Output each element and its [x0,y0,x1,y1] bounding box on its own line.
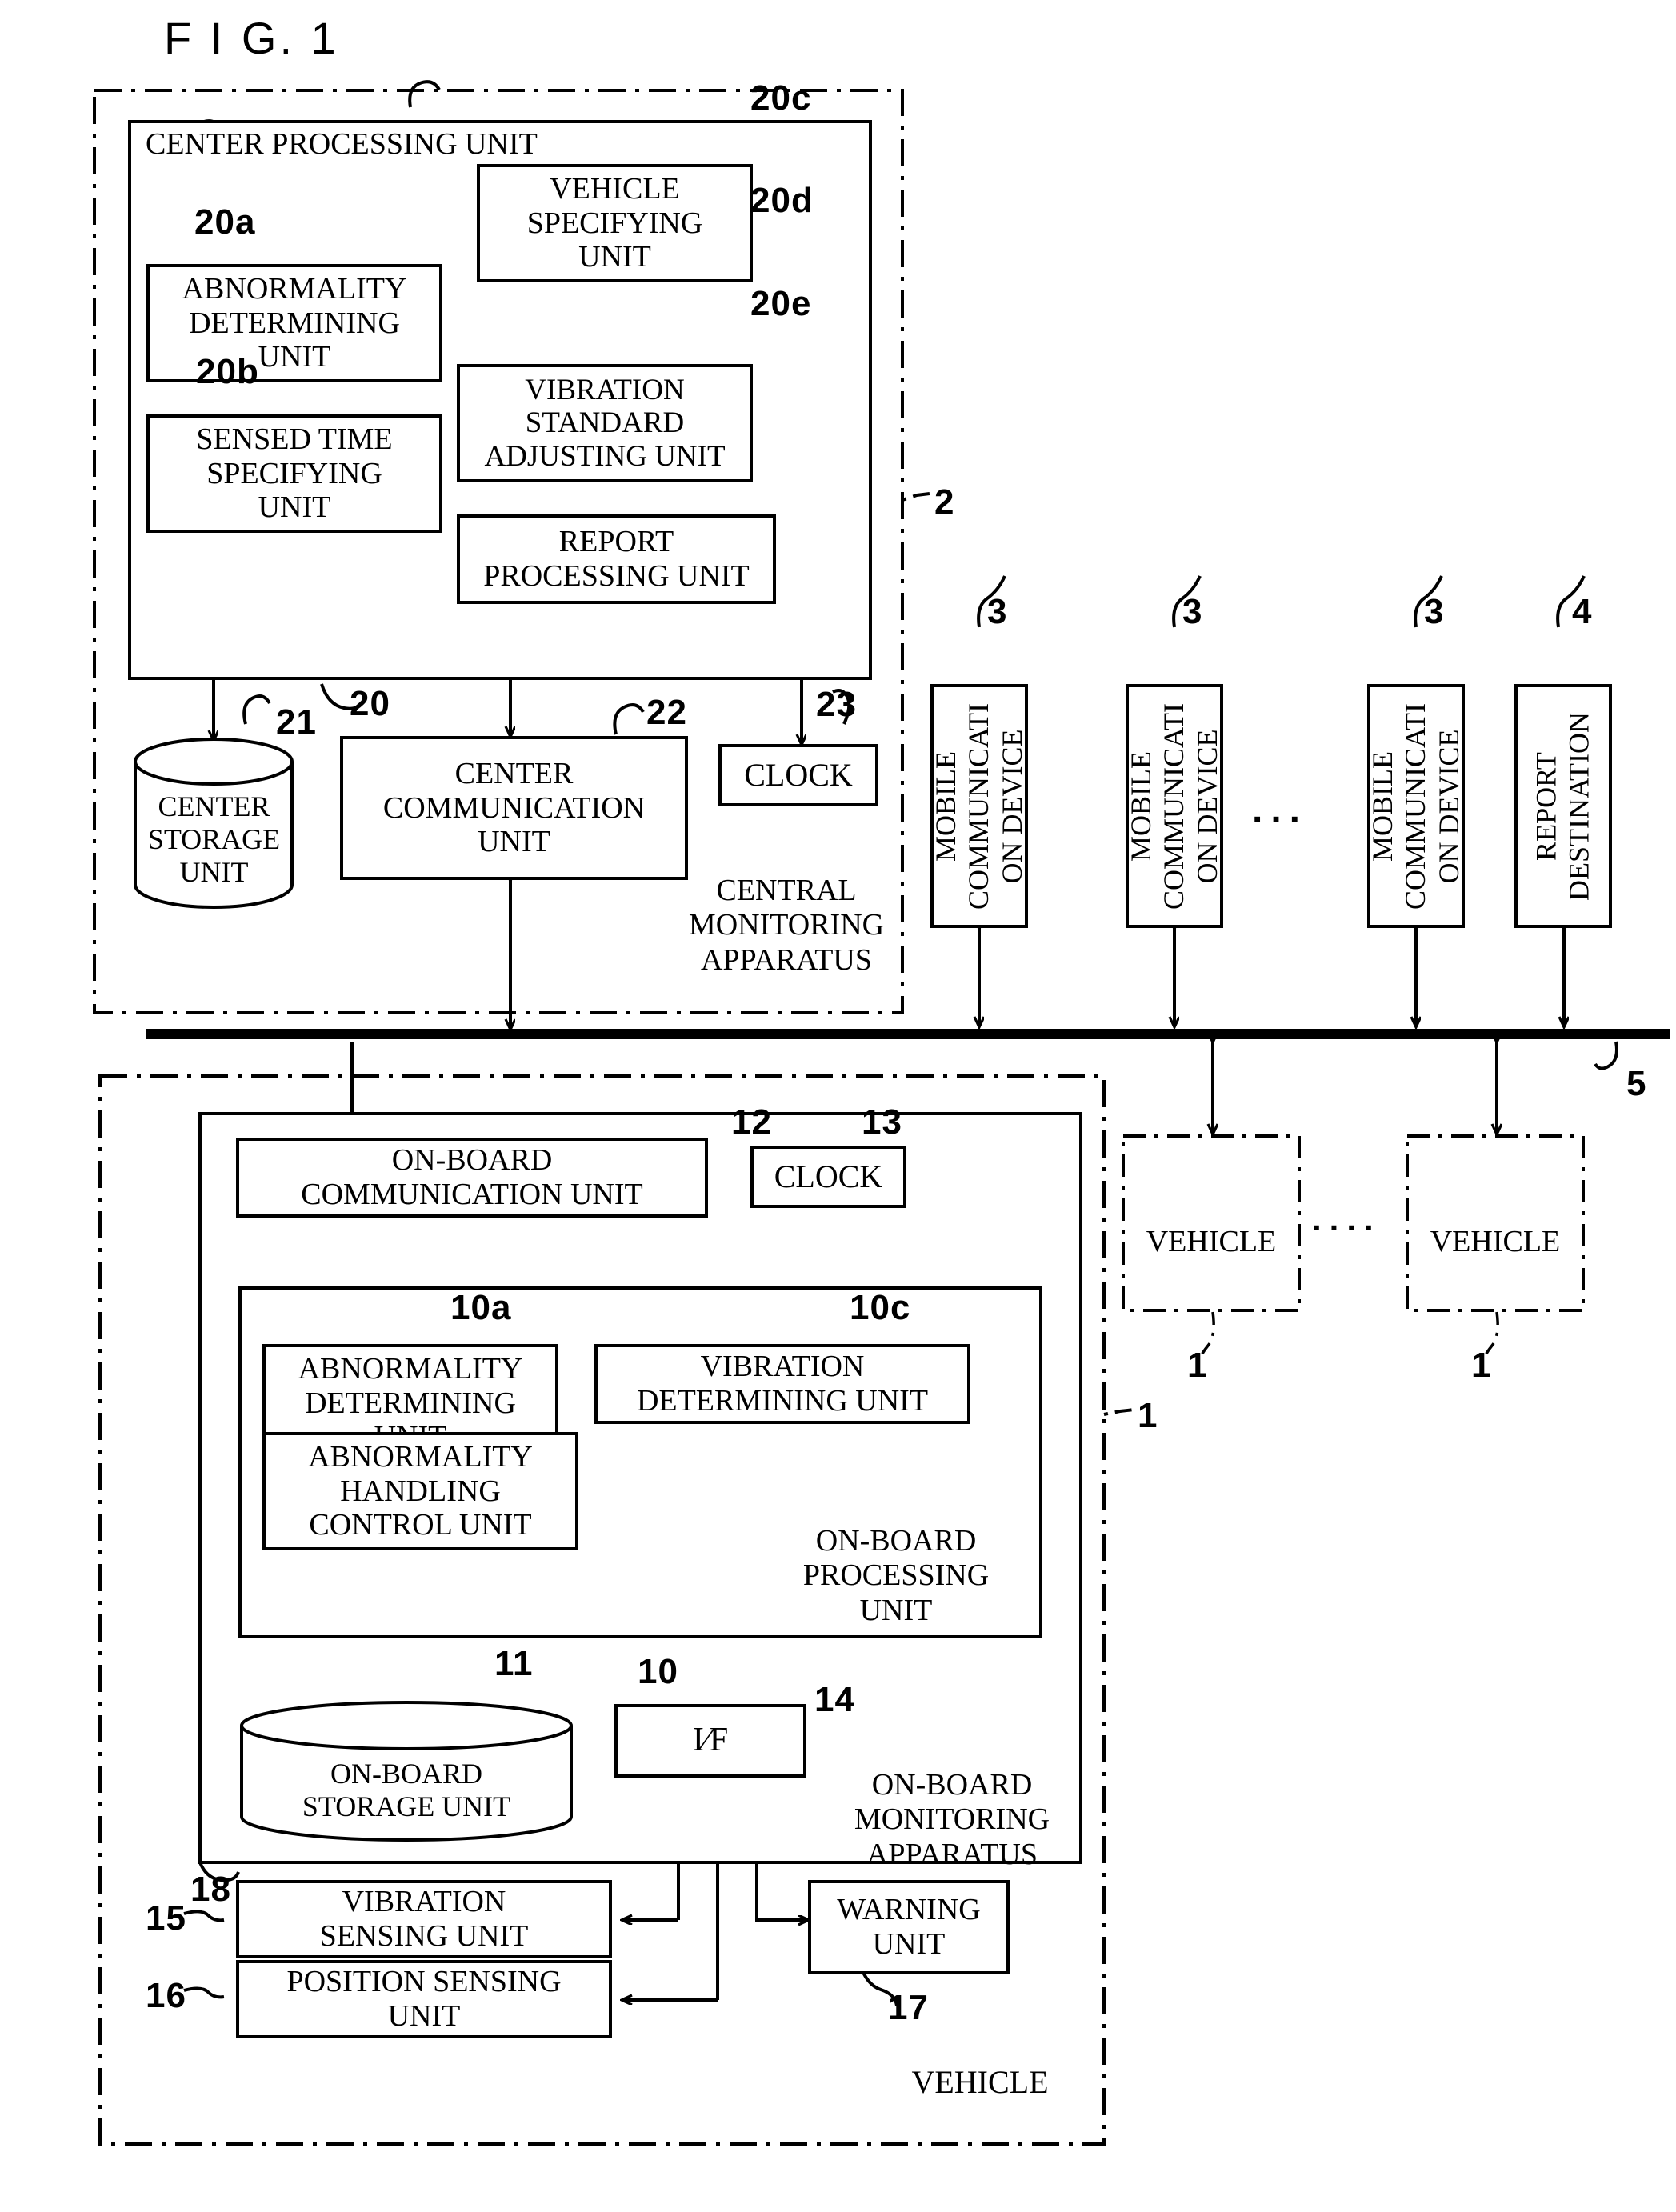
center-report-processing-unit-label: REPORT PROCESSING UNIT [483,525,750,593]
on-board-communication-unit: ON-BOARD COMMUNICATION UNIT [236,1138,708,1218]
center-clock-label: CLOCK [744,756,853,793]
ref-16: 16 [146,1976,186,2015]
position-sensing-unit: POSITION SENSING UNIT [236,1960,612,2038]
ref-20a: 20a [194,202,256,242]
warning-unit: WARNING UNIT [808,1880,1010,1974]
on-board-abnormality-handling-control-unit: ABNORMALITY HANDLING CONTROL UNIT [262,1432,578,1550]
vehicle-enclosure-caption: VEHICLE [911,2064,1049,2100]
ref-10: 10 [638,1652,678,1691]
ref-20d: 20d [750,181,814,220]
mobile-devices-ellipsis: ... [1252,789,1309,831]
on-board-vibration-determining-unit: VIBRATION DETERMINING UNIT [594,1344,970,1424]
ref-20: 20 [350,684,390,723]
center-storage-unit-label: CENTER STORAGE UNIT [147,790,281,889]
ref-14: 14 [814,1680,855,1719]
ref-18: 18 [190,1870,231,1909]
mobile-communication-device-2: MOBILE COMMUNICATI ON DEVICE [1126,684,1223,928]
on-board-storage-unit: ON-BOARD STORAGE UNIT [238,1700,574,1844]
ref-12: 12 [731,1102,772,1142]
mobile-communication-device-1: MOBILE COMMUNICATI ON DEVICE [930,684,1028,928]
central-monitoring-apparatus-caption: CENTRAL MONITORING APPARATUS [688,874,885,977]
ref-11: 11 [494,1644,534,1683]
ref-1-vehicle-box-2: 1 [1471,1346,1492,1385]
warning-unit-label: WARNING UNIT [837,1893,981,1961]
interface-unit: I⁄F [614,1704,806,1778]
ref-22: 22 [646,693,687,732]
interface-unit-label: I⁄F [692,1722,729,1759]
report-destination-label: REPORT DESTINATION [1530,711,1595,901]
ref-3-device-1: 3 [987,592,1008,631]
on-board-clock-label: CLOCK [774,1158,883,1194]
report-destination: REPORT DESTINATION [1514,684,1612,928]
ref-10c: 10c [850,1288,911,1327]
on-board-monitoring-apparatus-caption: ON-BOARD MONITORING APPARATUS [854,1768,1050,1871]
ref-20c: 20c [750,78,812,118]
vehicle-box-1-label: VEHICLE [1146,1225,1277,1258]
center-report-processing-unit: REPORT PROCESSING UNIT [457,514,776,604]
vibration-sensing-unit-label: VIBRATION SENSING UNIT [319,1885,529,1953]
mobile-communication-device-3: MOBILE COMMUNICATI ON DEVICE [1367,684,1465,928]
mobile-communication-device-2-label: MOBILE COMMUNICATI ON DEVICE [1126,702,1223,910]
ref-3-device-2: 3 [1182,592,1203,631]
ref-21: 21 [276,702,317,742]
on-board-storage-unit-label: ON-BOARD STORAGE UNIT [302,1758,511,1823]
on-board-abnormality-handling-control-unit-label: ABNORMALITY HANDLING CONTROL UNIT [308,1440,533,1542]
on-board-communication-unit-label: ON-BOARD COMMUNICATION UNIT [301,1143,643,1211]
vehicle-box-2-label-wrap: VEHICLE [1407,1224,1583,1259]
ref-1-vehicle-enclosure: 1 [1138,1396,1158,1435]
center-clock: CLOCK [718,744,878,806]
center-vibration-standard-adjusting-unit-label: VIBRATION STANDARD ADJUSTING UNIT [484,373,726,473]
center-abnormality-determining-unit: ABNORMALITY DETERMINING UNIT [146,264,442,382]
vibration-sensing-unit: VIBRATION SENSING UNIT [236,1880,612,1958]
center-processing-unit-caption: CENTER PROCESSING UNIT [146,127,538,161]
ref-4: 4 [1572,592,1593,631]
on-board-clock: CLOCK [750,1146,906,1208]
vehicle-box-1-label-wrap: VEHICLE [1123,1224,1299,1259]
center-sensed-time-specifying-unit: SENSED TIME SPECIFYING UNIT [146,414,442,533]
vehicles-ellipsis: .... [1312,1200,1382,1238]
on-board-processing-unit-caption: ON-BOARD PROCESSING UNIT [802,1524,990,1627]
on-board-vibration-determining-unit-label: VIBRATION DETERMINING UNIT [636,1350,929,1418]
center-vehicle-specifying-unit: VEHICLE SPECIFYING UNIT [477,164,753,282]
ref-2: 2 [934,482,955,522]
center-storage-unit: CENTER STORAGE UNIT [132,736,296,910]
ref-10a: 10a [450,1288,512,1327]
center-vibration-standard-adjusting-unit: VIBRATION STANDARD ADJUSTING UNIT [457,364,753,482]
vehicle-box-2-label: VEHICLE [1430,1225,1561,1258]
ref-1-vehicle-box-1: 1 [1187,1346,1208,1385]
ref-20e: 20e [750,284,812,323]
mobile-communication-device-1-label: MOBILE COMMUNICATI ON DEVICE [930,702,1028,910]
ref-20b: 20b [196,352,259,391]
ref-23: 23 [816,685,857,724]
figure-title: F I G. 1 [164,13,339,63]
ref-5: 5 [1626,1064,1647,1103]
ref-13: 13 [862,1102,902,1142]
mobile-communication-device-3-label: MOBILE COMMUNICATI ON DEVICE [1367,702,1465,910]
center-sensed-time-specifying-unit-label: SENSED TIME SPECIFYING UNIT [196,422,393,525]
patent-figure-page: F I G. 1 CENTER PROCESSING UNIT ABNORMAL… [0,0,1676,2212]
center-communication-unit: CENTER COMMUNICATION UNIT [340,736,688,880]
center-communication-unit-label: CENTER COMMUNICATION UNIT [382,757,646,859]
ref-17: 17 [888,1988,929,2027]
ref-15: 15 [146,1898,186,1938]
ref-3-device-3: 3 [1424,592,1445,631]
center-vehicle-specifying-unit-label: VEHICLE SPECIFYING UNIT [526,172,703,274]
position-sensing-unit-label: POSITION SENSING UNIT [286,1965,562,2033]
